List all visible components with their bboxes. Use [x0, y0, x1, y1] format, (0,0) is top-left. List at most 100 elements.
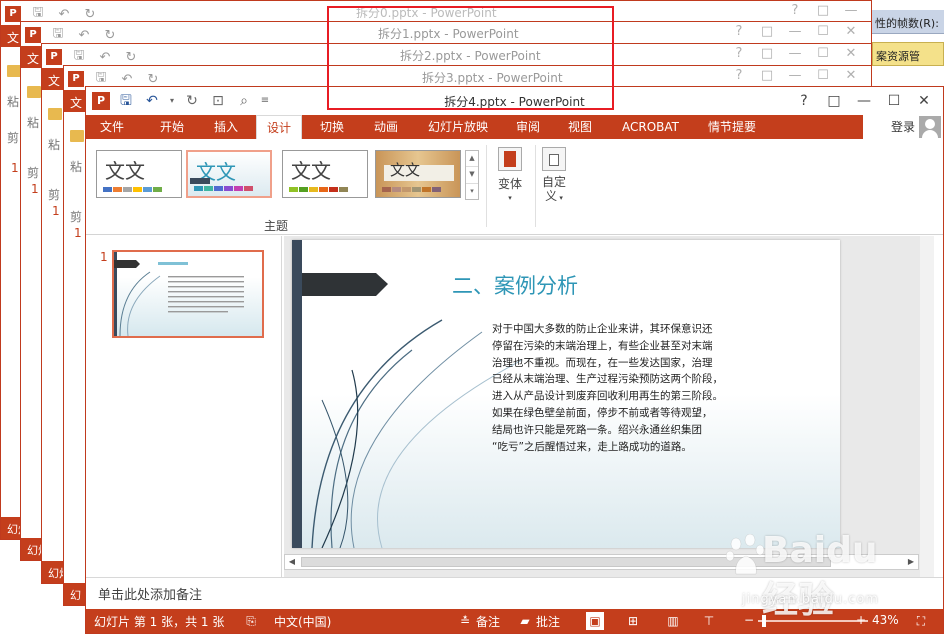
gallery-down-icon[interactable]: ▼ — [466, 167, 478, 184]
ribbon-separator — [486, 145, 487, 227]
help-icon[interactable]: ? — [725, 68, 753, 83]
redo-icon[interactable]: ↻ — [101, 28, 119, 43]
slide-number: 1 — [100, 250, 108, 264]
tab-file-fragment[interactable]: 文 — [7, 29, 19, 46]
tab-home[interactable]: 开始 — [152, 115, 192, 139]
maximize-icon[interactable]: ☐ — [809, 24, 837, 39]
minimize-icon[interactable]: — — [781, 46, 809, 61]
scroll-right-icon[interactable]: ▶ — [904, 555, 918, 569]
theme-wood[interactable]: 文文 — [375, 150, 461, 198]
theme-current[interactable]: 文文 — [186, 150, 272, 198]
paste-fragment[interactable]: 粘 — [70, 158, 82, 175]
close-icon[interactable]: ✕ — [837, 68, 865, 83]
redo-icon[interactable]: ↻ — [144, 72, 162, 87]
close-icon[interactable]: ✕ — [909, 89, 939, 113]
gallery-more-icon[interactable]: ▾ — [466, 184, 478, 199]
help-icon[interactable]: ? — [725, 24, 753, 39]
theme-preview-text: 文文 — [390, 161, 421, 179]
maximize-icon[interactable]: ☐ — [809, 68, 837, 83]
zoom-level[interactable]: 43% — [872, 613, 899, 627]
slide-editor[interactable]: 二、案例分析 对于中国大多数的防止企业来讲，其环保意识还 停留在污染的末端治理上… — [284, 236, 934, 577]
minimize-icon[interactable]: — — [781, 68, 809, 83]
tab-review[interactable]: 审阅 — [508, 115, 548, 139]
slide-title[interactable]: 二、案例分析 — [452, 270, 578, 300]
main-window[interactable]: P 🖫 ↶ ▾ ↻ ⊡ ⌕ ≡ 拆分4.pptx - PowerPoint ? … — [85, 86, 944, 634]
maximize-icon[interactable]: ☐ — [879, 89, 909, 113]
theme-gallery-scroll[interactable]: ▲ ▼ ▾ — [465, 150, 479, 200]
scroll-thumb[interactable] — [301, 557, 831, 567]
undo-icon[interactable]: ↶ — [118, 72, 136, 87]
restore-icon[interactable]: □ — [753, 46, 781, 61]
zoom-slider[interactable] — [758, 620, 868, 622]
variants-button[interactable]: 变体 ▾ — [490, 147, 530, 204]
folder-icon — [27, 86, 41, 98]
theme-office[interactable]: 文文 — [96, 150, 182, 198]
tab-animations[interactable]: 动画 — [366, 115, 406, 139]
notes-icon[interactable]: ≛ — [456, 612, 474, 630]
tab-file[interactable]: 文件 — [92, 115, 133, 139]
comments-icon[interactable]: ▰ — [516, 612, 534, 630]
tab-design[interactable]: 设计 — [256, 115, 302, 140]
fit-slide-icon[interactable]: ⛶ — [912, 612, 930, 630]
notes-button[interactable]: 备注 — [476, 613, 500, 630]
theme-facet[interactable]: 文文 — [282, 150, 368, 198]
tab-insert[interactable]: 插入 — [206, 115, 246, 139]
close-icon[interactable]: ✕ — [837, 46, 865, 61]
horizontal-scrollbar[interactable]: ◀ ▶ — [284, 554, 919, 570]
paste-fragment[interactable]: 粘 — [7, 93, 19, 110]
tab-storyboard[interactable]: 情节提要 — [700, 115, 764, 139]
maximize-icon[interactable]: ☐ — [809, 46, 837, 61]
minimize-icon[interactable]: — — [781, 24, 809, 39]
help-icon[interactable]: ? — [725, 46, 753, 61]
slide-thumbnails-pane[interactable]: 1 — [86, 236, 282, 577]
avatar-icon[interactable] — [919, 116, 941, 138]
undo-icon[interactable]: ↶ — [55, 7, 73, 22]
body-line: 停留在污染的末端治理上，有些企业甚至对末端 — [492, 339, 713, 352]
comments-button[interactable]: 批注 — [536, 613, 560, 630]
title-bar[interactable]: P 🖫 ↶ ▾ ↻ ⊡ ⌕ ≡ 拆分4.pptx - PowerPoint ? … — [86, 87, 943, 115]
restore-icon[interactable]: □ — [753, 24, 781, 39]
restore-icon[interactable]: □ — [809, 3, 837, 18]
slide-sorter-icon[interactable]: ⊞ — [624, 612, 642, 630]
slideshow-view-icon[interactable]: ⊤ — [700, 612, 718, 630]
slide-body-text[interactable]: 对于中国大多数的防止企业来讲，其环保意识还 停留在污染的末端治理上，有些企业甚至… — [492, 321, 786, 455]
reading-view-icon[interactable]: ▥ — [664, 612, 682, 630]
notes-placeholder[interactable]: 单击此处添加备注 — [98, 584, 202, 603]
redo-icon[interactable]: ↻ — [122, 50, 140, 65]
tab-view[interactable]: 视图 — [560, 115, 600, 139]
notes-pane[interactable]: 单击此处添加备注 — [86, 577, 943, 609]
tab-transitions[interactable]: 切换 — [312, 115, 352, 139]
ribbon-tabs: 文件 开始 插入 设计 切换 动画 幻灯片放映 审阅 视图 ACROBAT 情节… — [86, 115, 943, 140]
vertical-scrollbar[interactable] — [920, 236, 934, 577]
tab-file-fragment[interactable]: 文 — [48, 72, 60, 89]
tab-slideshow[interactable]: 幻灯片放映 — [420, 115, 496, 139]
tab-file-fragment[interactable]: 文 — [27, 50, 39, 67]
help-icon[interactable]: ? — [789, 89, 819, 113]
undo-icon[interactable]: ↶ — [96, 50, 114, 65]
slide-canvas[interactable]: 二、案例分析 对于中国大多数的防止企业来讲，其环保意识还 停留在污染的末端治理上… — [292, 240, 840, 548]
sign-in-link[interactable]: 登录 — [891, 115, 915, 139]
zoom-out-button[interactable]: − — [744, 613, 754, 627]
normal-view-icon[interactable]: ▣ — [586, 612, 604, 630]
customize-button[interactable]: 自定 义 ▾ — [534, 147, 574, 205]
slide-thumbnail[interactable] — [112, 250, 264, 338]
minimize-icon[interactable]: — — [849, 89, 879, 113]
tab-acrobat[interactable]: ACROBAT — [614, 115, 687, 139]
paste-fragment[interactable]: 粘 — [48, 136, 60, 153]
theme-color-swatches — [382, 187, 441, 192]
tab-file-fragment[interactable]: 文 — [70, 94, 82, 111]
zoom-slider-knob[interactable] — [762, 615, 766, 627]
close-icon[interactable]: ✕ — [837, 24, 865, 39]
spell-check-icon[interactable]: ⎘ — [242, 612, 260, 630]
minimize-icon[interactable]: — — [837, 3, 865, 18]
help-icon[interactable]: ? — [781, 3, 809, 18]
ribbon-display-icon[interactable]: □ — [819, 89, 849, 113]
gallery-up-icon[interactable]: ▲ — [466, 151, 478, 168]
scroll-left-icon[interactable]: ◀ — [285, 555, 299, 569]
restore-icon[interactable]: □ — [753, 68, 781, 83]
redo-icon[interactable]: ↻ — [81, 7, 99, 22]
zoom-in-button[interactable]: + — [856, 613, 866, 627]
undo-icon[interactable]: ↶ — [75, 28, 93, 43]
language-status[interactable]: 中文(中国) — [274, 613, 331, 630]
paste-fragment[interactable]: 粘 — [27, 114, 39, 131]
